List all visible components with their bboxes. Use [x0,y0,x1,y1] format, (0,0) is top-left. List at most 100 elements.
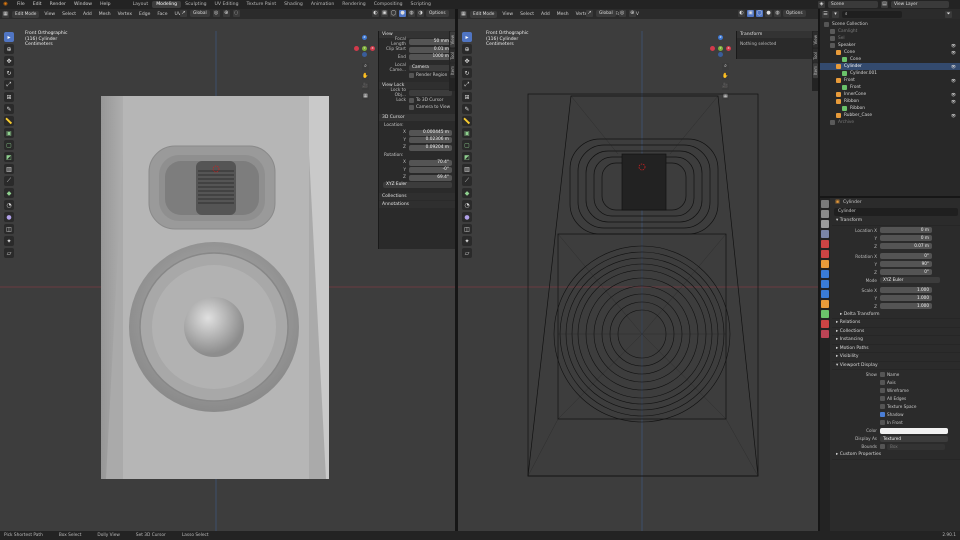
outliner-row[interactable]: Speaker 👁 [820,42,960,49]
3d-cursor-header[interactable]: 3D Cursor [379,114,455,121]
view-layer-selector[interactable]: View Layer [891,1,949,8]
lock-object-field[interactable] [409,89,452,96]
tab-uv-editing[interactable]: UV Editing [211,1,243,8]
outliner-row[interactable]: Front [820,84,960,91]
menu-file[interactable]: File [13,2,29,7]
scale-y-field[interactable]: 1.000 [880,295,932,301]
tab-shading[interactable]: Shading [280,1,307,8]
show-shadow-checkbox[interactable] [880,412,885,417]
blender-logo-icon[interactable]: ◉ [2,1,9,8]
constraints-tab-icon[interactable] [821,300,829,308]
tab-modeling[interactable]: Modeling [152,1,182,8]
scale-x-field[interactable]: 1.000 [880,287,932,293]
texture-tab-icon[interactable] [821,330,829,338]
outliner-row[interactable]: Cylinder.001 [820,70,960,77]
visibility-eye-icon[interactable]: 👁 [951,98,956,105]
show-texture-space-checkbox[interactable] [880,404,885,409]
material-tab-icon[interactable] [821,320,829,328]
outliner-search-input[interactable]: ⌕ [842,10,902,18]
visibility-eye-icon[interactable]: 👁 [951,77,956,84]
render-tab-icon[interactable] [821,210,829,218]
tab-animation[interactable]: Animation [307,1,338,8]
tab-layout[interactable]: Layout [129,1,153,8]
transform-section-header[interactable]: Transform [737,31,812,38]
object-name-field[interactable]: Cylinder [834,208,958,216]
lock-cursor-checkbox[interactable] [409,97,414,103]
menu-edit[interactable]: Edit [29,2,46,7]
particles-tab-icon[interactable] [821,280,829,288]
outliner-row[interactable]: Front 👁 [820,77,960,84]
show-wireframe-checkbox[interactable] [880,388,885,393]
tab-compositing[interactable]: Compositing [370,1,407,8]
visibility-eye-icon[interactable]: 👁 [951,49,956,56]
outliner-row[interactable]: Rubber_Case 👁 [820,112,960,119]
instancing-section[interactable]: ▸ Instancing [832,336,960,345]
delta-transform-section[interactable]: ▸ Delta Transform [832,311,960,319]
display-as-dropdown[interactable]: Textured [880,435,948,442]
camera-to-view-checkbox[interactable] [409,105,414,111]
outliner-editor-icon[interactable]: ☰ [822,10,829,18]
data-tab-icon[interactable] [821,310,829,318]
tab-sculpting[interactable]: Sculpting [181,1,210,8]
outliner-row[interactable]: Cone 👁 [820,49,960,56]
object-tab-icon[interactable] [821,260,829,268]
cursor-loc-z[interactable]: 0.09204 m [409,144,452,151]
local-camera-field[interactable]: Camera [409,64,452,71]
render-region-checkbox[interactable] [409,72,414,78]
outliner-row[interactable]: Ribbon [820,105,960,112]
visibility-eye-icon[interactable]: 👁 [951,63,956,70]
physics-tab-icon[interactable] [821,290,829,298]
output-tab-icon[interactable] [821,220,829,228]
outliner-row[interactable]: Camlight [820,28,960,35]
outliner-row[interactable]: Sel [820,35,960,42]
menu-window[interactable]: Window [70,2,96,7]
clip-start-field[interactable]: 0.01 m [409,46,452,53]
tool-tab-icon[interactable] [821,200,829,208]
tab-texture-paint[interactable]: Texture Paint [243,1,281,8]
menu-help[interactable]: Help [96,2,114,7]
color-swatch[interactable] [880,427,948,434]
cursor-rot-y[interactable]: -0° [409,167,452,174]
location-z-field[interactable]: 0.07 m [880,243,932,249]
modifier-tab-icon[interactable] [821,270,829,278]
outliner-row[interactable]: Cone [820,56,960,63]
show-all-edges-checkbox[interactable] [880,396,885,401]
show-name-checkbox[interactable] [880,372,885,377]
visibility-eye-icon[interactable]: 👁 [951,112,956,119]
rotation-mode-dropdown[interactable]: XYZ Euler [880,277,940,283]
visibility-eye-icon[interactable]: 👁 [951,42,956,49]
annotations-header[interactable]: Annotations [379,200,455,208]
filter-icon[interactable]: ⏷ [945,10,952,18]
bounds-dropdown[interactable]: Box [887,443,945,450]
cursor-rot-x[interactable]: 70.4° [409,159,452,166]
left-viewport[interactable]: ▦ Edit Mode View Select Add Mesh Vertex … [0,9,455,531]
visibility-section[interactable]: ▸ Visibility [832,353,960,362]
visibility-eye-icon[interactable]: 👁 [951,91,956,98]
tab-rendering[interactable]: Rendering [338,1,369,8]
tab-scripting[interactable]: Scripting [407,1,435,8]
viewport-display-section[interactable]: ▾ Viewport Display [832,362,960,370]
focal-length-field[interactable]: 50 mm [409,39,452,46]
collections-header[interactable]: Collections [379,192,455,200]
collections-section[interactable]: ▸ Collections [832,328,960,336]
outliner-row[interactable]: Cylinder 👁 [820,63,960,70]
world-tab-icon[interactable] [821,250,829,258]
cursor-loc-y[interactable]: 0.02306 m [409,137,452,144]
outliner-row[interactable]: Ribbon 👁 [820,98,960,105]
scene-tab-icon[interactable] [821,240,829,248]
outliner-row[interactable]: InnerCone 👁 [820,91,960,98]
scene-selector[interactable]: Scene [828,1,878,8]
rotation-z-field[interactable]: 0° [880,269,932,275]
custom-properties-section[interactable]: ▸ Custom Properties [832,451,960,460]
show-axis-checkbox[interactable] [880,380,885,385]
menu-render[interactable]: Render [46,2,70,7]
cursor-loc-x[interactable]: 0.000445 m [409,129,452,136]
outliner-row[interactable]: Archive [820,119,960,126]
rotation-x-field[interactable]: 0° [880,253,932,259]
outliner-row[interactable]: Scene Collection [820,21,960,28]
rotation-mode-dropdown[interactable]: XYZ Euler [383,182,452,189]
display-mode-icon[interactable]: ▾ [832,10,839,18]
location-x-field[interactable]: 0 m [880,227,932,233]
scale-z-field[interactable]: 1.000 [880,303,932,309]
rotation-y-field[interactable]: 90° [880,261,932,267]
